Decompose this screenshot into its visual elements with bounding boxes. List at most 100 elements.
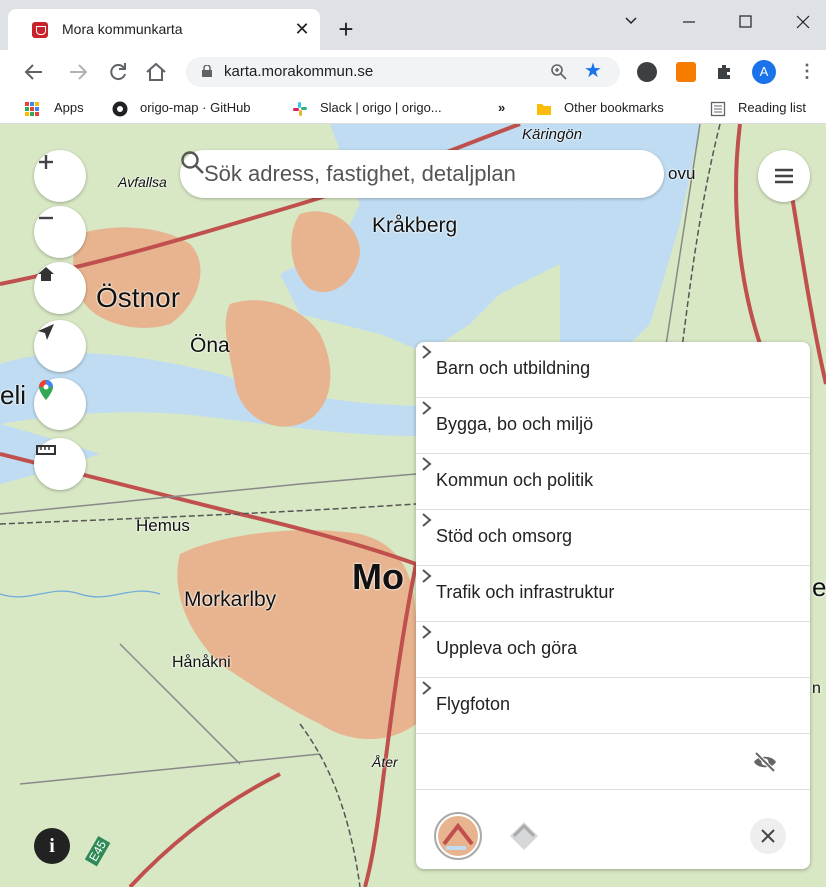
measure-button[interactable] bbox=[34, 438, 86, 490]
background-map-button[interactable] bbox=[434, 812, 482, 860]
chevron-right-icon bbox=[422, 625, 432, 639]
github-icon bbox=[112, 101, 128, 117]
main-menu-button[interactable] bbox=[758, 150, 810, 202]
layer-group-label: Stöd och omsorg bbox=[436, 526, 573, 546]
railway bbox=[299, 723, 361, 887]
tab-favicon-icon bbox=[32, 22, 48, 38]
layer-group-flygfoton[interactable]: Flygfoton bbox=[416, 678, 810, 734]
bookmark-origo-github[interactable]: origo-map · GitHub bbox=[140, 100, 251, 115]
search-bar bbox=[180, 150, 664, 198]
chevron-right-icon bbox=[422, 345, 432, 359]
layer-group-label: Trafik och infrastruktur bbox=[436, 582, 615, 602]
layer-group-label: Kommun och politik bbox=[436, 470, 594, 490]
chevron-right-icon bbox=[422, 401, 432, 415]
zoom-in-button[interactable] bbox=[34, 150, 86, 202]
layer-group-label: Flygfoton bbox=[436, 694, 511, 714]
home-icon bbox=[38, 267, 54, 281]
aerial-map-button[interactable] bbox=[502, 814, 546, 858]
minus-icon bbox=[39, 216, 53, 220]
stream bbox=[0, 590, 161, 598]
map-view[interactable]: Käringön Avfallsa Kråkberg Östnor Öna el… bbox=[0, 124, 826, 887]
zoom-icon[interactable] bbox=[550, 63, 568, 81]
home-view-button[interactable] bbox=[34, 262, 86, 314]
close-icon bbox=[761, 829, 775, 843]
ruler-icon bbox=[36, 445, 56, 455]
apps-grid-icon bbox=[25, 102, 39, 116]
place-label: Kråkberg bbox=[372, 214, 458, 237]
minimize-icon[interactable] bbox=[666, 0, 712, 40]
bookmark-reading-list[interactable]: Reading list bbox=[738, 100, 806, 115]
layer-group-barn-utbildning[interactable]: Barn och utbildning bbox=[416, 342, 810, 398]
google-maps-pin-icon bbox=[39, 380, 53, 400]
browser-tab[interactable]: Mora kommunkarta ✕ bbox=[8, 9, 320, 50]
google-maps-button[interactable] bbox=[34, 378, 86, 430]
rss-extension-icon[interactable] bbox=[676, 62, 696, 82]
place-label: Åter bbox=[372, 754, 398, 770]
bookmark-slack[interactable]: Slack | origo | origo... bbox=[320, 100, 442, 115]
bookmark-star-icon[interactable]: ★ bbox=[584, 60, 602, 82]
chevron-right-icon bbox=[422, 681, 432, 695]
location-arrow-icon bbox=[38, 324, 54, 340]
extension-icon[interactable] bbox=[637, 62, 657, 82]
road bbox=[128, 772, 281, 887]
place-label: Östnor bbox=[96, 282, 181, 313]
chevron-right-icon bbox=[422, 457, 432, 471]
tab-search-icon[interactable] bbox=[608, 0, 654, 40]
profile-avatar[interactable]: A bbox=[752, 60, 776, 84]
place-label: Käringön bbox=[522, 126, 583, 143]
zoom-out-button[interactable] bbox=[34, 206, 86, 258]
place-label: Hånåkni bbox=[172, 654, 231, 671]
place-label: et bbox=[812, 572, 826, 602]
search-input[interactable] bbox=[202, 159, 602, 189]
search-icon[interactable] bbox=[180, 150, 206, 176]
bookmarks-bar: Apps origo-map · GitHub Slack | origo | … bbox=[0, 94, 826, 124]
aerial-map-thumbnail-icon bbox=[510, 822, 538, 850]
more-bookmarks-button[interactable]: » bbox=[498, 100, 505, 115]
bookmark-other[interactable]: Other bookmarks bbox=[564, 100, 664, 115]
layer-group-label: Bygga, bo och miljö bbox=[436, 414, 594, 434]
home-icon[interactable] bbox=[142, 58, 170, 86]
info-button[interactable]: i bbox=[34, 828, 70, 864]
new-tab-button[interactable]: + bbox=[332, 16, 360, 44]
layer-group-label: Uppleva och göra bbox=[436, 638, 578, 658]
minor-road bbox=[19, 753, 321, 785]
background-map-thumbnail-icon bbox=[438, 816, 478, 856]
tab-close-button[interactable]: ✕ bbox=[290, 17, 314, 41]
layer-group-trafik-infrastruktur[interactable]: Trafik och infrastruktur bbox=[416, 566, 810, 622]
layer-group-bygga-bo-miljo[interactable]: Bygga, bo och miljö bbox=[416, 398, 810, 454]
puzzle-extensions-icon[interactable] bbox=[714, 62, 734, 82]
place-label: ovu bbox=[668, 164, 696, 183]
tab-title: Mora kommunkarta bbox=[62, 21, 183, 37]
eye-off-icon[interactable] bbox=[752, 750, 778, 774]
browser-menu-icon[interactable]: ⋮ bbox=[798, 60, 816, 84]
hamburger-icon bbox=[775, 168, 793, 184]
close-panel-button[interactable] bbox=[750, 818, 786, 854]
back-arrow-icon[interactable] bbox=[20, 58, 48, 86]
place-label: Öna bbox=[190, 334, 230, 357]
layer-group-kommun-politik[interactable]: Kommun och politik bbox=[416, 454, 810, 510]
address-bar[interactable]: karta.morakommun.se ★ bbox=[186, 57, 620, 87]
browser-toolbar: karta.morakommun.se ★ A ⋮ bbox=[0, 50, 826, 94]
place-label: Morkarlby bbox=[184, 588, 277, 611]
slack-icon bbox=[293, 102, 307, 116]
layer-group-uppleva-gora[interactable]: Uppleva och göra bbox=[416, 622, 810, 678]
close-window-icon[interactable] bbox=[780, 0, 826, 40]
maximize-icon[interactable] bbox=[722, 0, 768, 40]
bookmark-apps[interactable]: Apps bbox=[54, 100, 84, 115]
folder-icon bbox=[537, 104, 551, 115]
url-text: karta.morakommun.se bbox=[224, 63, 374, 80]
place-label: eli bbox=[0, 380, 27, 410]
layer-group-label: Barn och utbildning bbox=[436, 358, 591, 378]
my-location-button[interactable] bbox=[34, 320, 86, 372]
place-label: Mo bbox=[352, 556, 404, 597]
chevron-right-icon bbox=[422, 513, 432, 527]
layer-group-stod-omsorg[interactable]: Stöd och omsorg bbox=[416, 510, 810, 566]
reload-icon[interactable] bbox=[104, 58, 132, 86]
layer-menu-panel: Barn och utbildning Bygga, bo och miljö … bbox=[416, 342, 810, 869]
lock-icon bbox=[202, 65, 212, 77]
forward-arrow-icon[interactable] bbox=[64, 58, 92, 86]
place-label: Avfallsa bbox=[118, 174, 167, 190]
place-label: n bbox=[812, 680, 821, 697]
plus-icon bbox=[39, 155, 53, 169]
place-label: Hemus bbox=[136, 516, 190, 535]
